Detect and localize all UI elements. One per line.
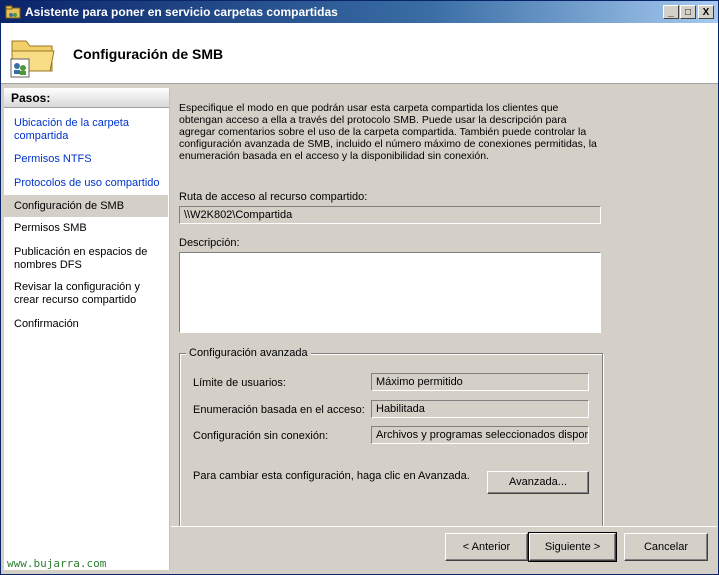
minimize-button[interactable]: _ — [663, 5, 679, 19]
wizard-footer: < Anterior Siguiente > Cancelar — [171, 526, 717, 571]
description-label: Descripción: — [179, 237, 240, 249]
step-smb-permissions: Permisos SMB — [14, 222, 87, 234]
instructions-text: Especifique el modo en que podrán usar e… — [179, 102, 597, 162]
share-path-label: Ruta de acceso al recurso compartido: — [179, 191, 368, 203]
step-smb-configuration: Configuración de SMB — [4, 195, 168, 217]
title-bar[interactable]: Asistente para poner en servicio carpeta… — [1, 1, 718, 23]
wizard-app-icon — [5, 5, 21, 19]
access-enum-label: Enumeración basada en el acceso: — [193, 404, 365, 416]
wizard-header: Configuración de SMB — [1, 23, 718, 84]
step-dfs-publishing: Publicación en espacios de nombres DFS — [14, 246, 148, 271]
description-textarea[interactable] — [179, 252, 601, 333]
steps-panel: Pasos: Ubicación de la carpeta compartid… — [4, 88, 170, 570]
advanced-hint: Para cambiar esta configuración, haga cl… — [193, 470, 470, 482]
advanced-settings-group: Configuración avanzada Límite de usuario… — [179, 347, 603, 527]
step-folder-location[interactable]: Ubicación de la carpeta compartida — [14, 117, 166, 143]
step-confirmation: Confirmación — [14, 318, 79, 330]
cancel-button[interactable]: Cancelar — [624, 533, 708, 561]
main-content: Especifique el modo en que podrán usar e… — [171, 88, 717, 527]
offline-label: Configuración sin conexión: — [193, 430, 329, 442]
watermark-text: www.bujarra.com — [7, 557, 107, 570]
user-limit-field[interactable]: Máximo permitido — [371, 373, 589, 391]
next-button[interactable]: Siguiente > — [528, 532, 617, 562]
window-title: Asistente para poner en servicio carpeta… — [25, 5, 338, 19]
step-review-create: Revisar la configuración y crear recurso… — [14, 281, 140, 306]
back-button[interactable]: < Anterior — [445, 533, 528, 561]
close-button[interactable]: X — [698, 5, 714, 19]
steps-heading: Pasos: — [4, 88, 169, 108]
user-limit-label: Límite de usuarios: — [193, 377, 286, 389]
share-path-field[interactable]: \\W2K802\Compartida — [179, 206, 601, 224]
access-enum-field[interactable]: Habilitada — [371, 400, 589, 418]
advanced-group-label: Configuración avanzada — [186, 347, 311, 359]
wizard-window: Asistente para poner en servicio carpeta… — [0, 0, 719, 575]
step-ntfs-permissions[interactable]: Permisos NTFS — [14, 153, 166, 166]
maximize-button[interactable]: □ — [680, 5, 696, 19]
advanced-button[interactable]: Avanzada... — [487, 471, 589, 494]
page-title: Configuración de SMB — [73, 46, 224, 62]
step-sharing-protocols[interactable]: Protocolos de uso compartido — [14, 177, 166, 190]
offline-field[interactable]: Archivos y programas seleccionados dispo… — [371, 426, 589, 444]
shared-folder-icon — [10, 40, 55, 78]
